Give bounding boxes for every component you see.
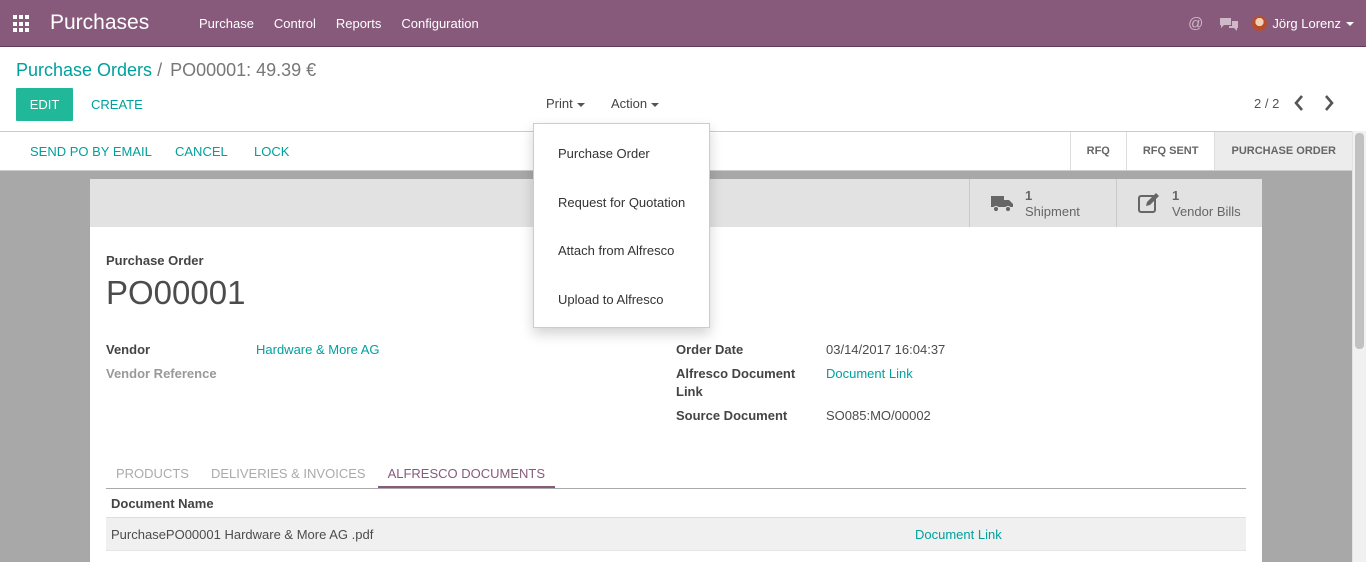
- tab-products[interactable]: Products: [106, 461, 199, 488]
- pager-value: 2 / 2: [1254, 96, 1280, 111]
- table-header: Document Name: [106, 490, 1246, 518]
- tab-alfresco-documents[interactable]: Alfresco Documents: [377, 461, 556, 488]
- menu-configuration[interactable]: Configuration: [391, 0, 488, 47]
- column-document-name: Document Name: [111, 496, 214, 511]
- caret-down-icon: [651, 102, 660, 107]
- status-stages: RFQ RFQ Sent Purchase Order: [1069, 132, 1352, 170]
- chevron-down-icon[interactable]: [1346, 21, 1354, 26]
- breadcrumb: Purchase Orders / PO00001: 49.39 €: [16, 60, 316, 81]
- mentions-icon[interactable]: @: [1188, 15, 1203, 32]
- menu-item-request-for-quotation[interactable]: Request for Quotation: [534, 179, 709, 228]
- vendor-label: Vendor: [106, 342, 151, 357]
- order-date-value: 03/14/2017 16:04:37: [826, 342, 946, 357]
- menu-item-upload-to-alfresco[interactable]: Upload to Alfresco: [534, 276, 709, 325]
- user-menu[interactable]: Jörg Lorenz: [1272, 16, 1341, 31]
- alfresco-link-label-line2: Link: [676, 384, 703, 399]
- lock-button[interactable]: Lock: [254, 132, 289, 171]
- vendor-bills-count: 1: [1172, 188, 1180, 203]
- main-menu: Purchase Control Reports Configuration: [189, 0, 489, 47]
- print-dropdown-button[interactable]: Print: [546, 96, 585, 111]
- vendor-link[interactable]: Hardware & More AG: [256, 341, 380, 359]
- table-row[interactable]: PurchasePO00001 Hardware & More AG .pdf …: [106, 518, 1246, 551]
- chat-icon[interactable]: [1219, 16, 1239, 32]
- truck-icon: [991, 196, 1013, 213]
- caret-down-icon: [576, 102, 585, 107]
- tab-deliveries-invoices[interactable]: Deliveries & Invoices: [201, 461, 376, 488]
- action-label: Action: [611, 96, 648, 111]
- shipment-label: Shipment: [1025, 204, 1080, 219]
- menu-reports[interactable]: Reports: [326, 0, 392, 47]
- chevron-right-icon[interactable]: [1322, 94, 1336, 112]
- avatar[interactable]: [1252, 16, 1268, 31]
- menu-item-purchase-order[interactable]: Purchase Order: [534, 130, 709, 179]
- source-document-value: SO085:MO/00002: [826, 408, 931, 423]
- document-type-label: Purchase Order: [106, 253, 204, 268]
- print-label: Print: [546, 96, 573, 111]
- scrollbar-thumb[interactable]: [1355, 133, 1364, 349]
- chevron-left-icon[interactable]: [1292, 94, 1306, 112]
- stage-rfq[interactable]: RFQ: [1069, 132, 1126, 170]
- vendor-bills-label: Vendor Bills: [1172, 204, 1241, 219]
- notebook-tabs: Products Deliveries & Invoices Alfresco …: [106, 461, 1246, 489]
- menu-purchase[interactable]: Purchase: [189, 0, 264, 47]
- top-navbar: Purchases Purchase Control Reports Confi…: [0, 0, 1366, 47]
- vendor-reference-label: Vendor Reference: [106, 366, 217, 381]
- scrollbar[interactable]: [1352, 131, 1366, 562]
- menu-control[interactable]: Control: [264, 0, 326, 47]
- alfresco-document-link[interactable]: Document Link: [826, 365, 913, 383]
- create-button[interactable]: Create: [91, 88, 143, 121]
- app-title: Purchases: [50, 11, 150, 34]
- document-name-cell: PurchasePO00001 Hardware & More AG .pdf: [111, 527, 374, 542]
- order-date-label: Order Date: [676, 342, 744, 357]
- document-link-cell[interactable]: Document Link: [915, 518, 1002, 551]
- stage-rfq-sent[interactable]: RFQ Sent: [1125, 132, 1215, 170]
- shipment-count: 1: [1025, 188, 1033, 203]
- edit-button[interactable]: Edit: [16, 88, 73, 121]
- stage-purchase-order[interactable]: Purchase Order: [1214, 132, 1352, 170]
- breadcrumb-separator: /: [157, 60, 163, 80]
- alfresco-link-label-line1: Alfresco Document: [676, 366, 796, 381]
- breadcrumb-purchase-orders[interactable]: Purchase Orders: [16, 60, 152, 81]
- vendor-bills-smart-button[interactable]: 1 Vendor Bills: [1116, 179, 1262, 227]
- navbar-right: @ Jörg Lorenz: [1188, 0, 1366, 47]
- page-title: PO00001: [106, 274, 246, 311]
- pencil-square-icon: [1138, 193, 1159, 213]
- documents-table: Document Name PurchasePO00001 Hardware &…: [106, 490, 1246, 551]
- send-po-by-email-button[interactable]: Send PO by Email: [30, 132, 152, 171]
- print-dropdown-menu: Purchase Order Request for Quotation Att…: [533, 123, 710, 328]
- cancel-button[interactable]: Cancel: [175, 132, 228, 171]
- action-dropdown-button[interactable]: Action: [611, 96, 660, 111]
- breadcrumb-current: PO00001: 49.39 €: [170, 60, 317, 80]
- shipment-smart-button[interactable]: 1 Shipment: [969, 179, 1117, 227]
- source-document-label: Source Document: [676, 408, 788, 423]
- menu-item-attach-from-alfresco[interactable]: Attach from Alfresco: [534, 227, 709, 276]
- apps-grid-icon[interactable]: [13, 15, 31, 33]
